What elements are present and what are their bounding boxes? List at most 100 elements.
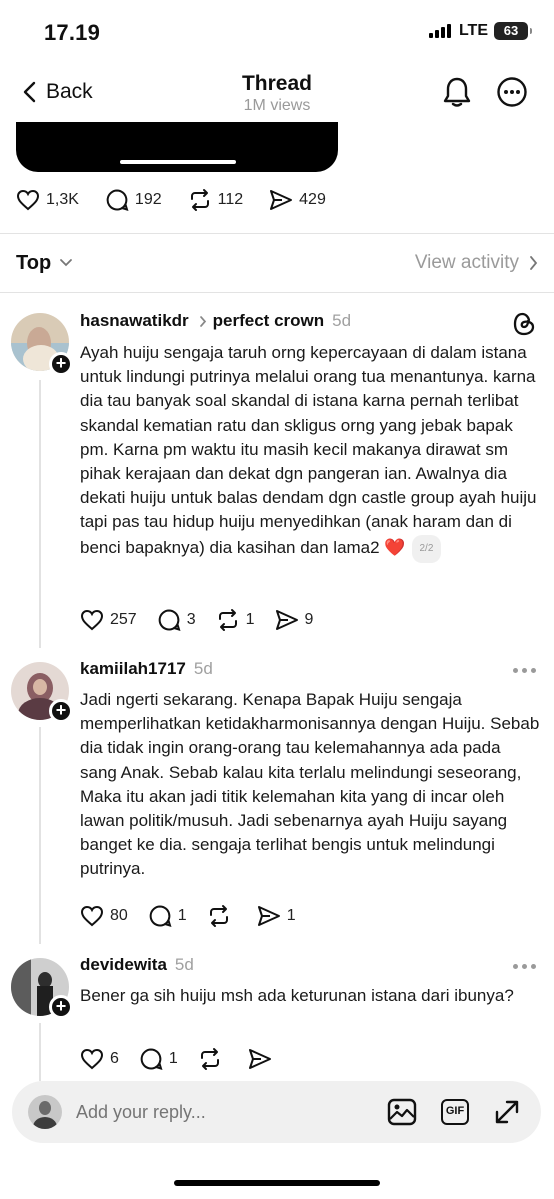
network-label: LTE xyxy=(458,22,488,39)
share-count: 1 xyxy=(286,907,296,924)
repost-count: 1 xyxy=(245,611,255,628)
comment-button[interactable]: 1 xyxy=(139,1047,178,1071)
heart-icon xyxy=(16,189,40,211)
avatar-image xyxy=(28,1095,62,1129)
share-count: 9 xyxy=(304,611,314,628)
share-count: 429 xyxy=(299,191,326,208)
repost-button[interactable]: 1 xyxy=(216,608,255,632)
status-indicators: LTE 63 xyxy=(428,22,532,40)
send-icon xyxy=(248,1049,271,1069)
status-time: 17.19 xyxy=(44,20,101,45)
follow-plus-icon[interactable]: + xyxy=(49,352,73,376)
like-count: 1,3K xyxy=(46,191,79,208)
repost-icon xyxy=(190,189,209,211)
divider xyxy=(0,233,554,234)
view-activity-link[interactable]: View activity xyxy=(415,252,538,274)
comment-actions: 80 1 1 xyxy=(80,904,316,928)
timestamp: 5d xyxy=(193,659,213,678)
expand-icon[interactable] xyxy=(493,1098,521,1126)
thread-line xyxy=(39,380,41,648)
repost-icon xyxy=(218,609,237,631)
follow-plus-icon[interactable]: + xyxy=(49,699,73,723)
reply-to-username: perfect crown xyxy=(212,311,325,330)
comment-icon xyxy=(149,905,172,927)
comment-header: hasnawatikdr perfect crown 5d xyxy=(80,311,351,331)
like-button[interactable]: 80 xyxy=(80,905,128,927)
page-badge: 2/2 xyxy=(411,534,442,563)
comment-body: Ayah huiju sengaja taruh orng kepercayaa… xyxy=(80,343,537,557)
reply-count: 3 xyxy=(186,611,196,628)
username[interactable]: hasnawatikdr xyxy=(80,311,189,331)
signal-icon xyxy=(428,24,451,38)
comment-body: Bener ga sih huiju msh ada keturunan ist… xyxy=(80,986,514,1005)
like-count: 6 xyxy=(110,1050,119,1067)
comment-header: kamiilah1717 5d xyxy=(80,659,213,679)
timestamp: 5d xyxy=(174,955,194,974)
reply-input[interactable] xyxy=(76,1101,387,1123)
red-heart-emoji: ❤️ xyxy=(384,537,406,557)
share-button[interactable]: 429 xyxy=(269,189,326,211)
repost-count: 112 xyxy=(217,191,244,208)
comment-text: Bener ga sih huiju msh ada keturunan ist… xyxy=(80,984,542,1008)
comment-text: Jadi ngerti sekarang. Kenapa Bapak Huiju… xyxy=(80,688,542,882)
image-icon[interactable] xyxy=(387,1098,417,1126)
heart-icon xyxy=(80,905,104,927)
repost-button[interactable]: 112 xyxy=(188,188,244,212)
nav-actions xyxy=(442,76,528,108)
reply-count: 1 xyxy=(177,907,187,924)
reply-count: 1 xyxy=(168,1050,178,1067)
more-options-icon[interactable] xyxy=(513,964,536,969)
send-icon xyxy=(275,610,298,630)
thread-line xyxy=(39,727,41,944)
follow-plus-icon[interactable]: + xyxy=(49,995,73,1019)
post-actions: 1,3K 192 112 429 xyxy=(16,188,352,212)
more-options-icon[interactable] xyxy=(513,668,536,673)
send-icon xyxy=(270,190,293,210)
share-button[interactable]: 1 xyxy=(257,905,296,927)
username[interactable]: kamiilah1717 xyxy=(80,659,186,679)
comment-text: Ayah huiju sengaja taruh orng kepercayaa… xyxy=(80,341,542,563)
comment-icon xyxy=(106,189,129,211)
comment-actions: 6 1 xyxy=(80,1047,298,1071)
status-bar: 17.19 LTE 63 xyxy=(0,0,554,62)
more-circle-icon[interactable] xyxy=(496,76,528,108)
comment-actions: 257 3 1 9 xyxy=(80,608,333,632)
comment-button[interactable]: 1 xyxy=(148,904,187,928)
like-count: 257 xyxy=(110,611,137,628)
threads-logo-icon[interactable] xyxy=(512,311,536,337)
comment-icon xyxy=(158,609,181,631)
divider xyxy=(0,292,554,293)
reply-bar: GIF xyxy=(12,1081,541,1143)
gif-button[interactable]: GIF xyxy=(441,1099,469,1125)
comment-icon xyxy=(140,1048,163,1070)
timestamp: 5d xyxy=(332,311,352,330)
like-button[interactable]: 257 xyxy=(80,609,137,631)
sort-row: Top View activity xyxy=(16,248,538,278)
like-count: 80 xyxy=(110,907,128,924)
view-activity-label: View activity xyxy=(414,252,519,273)
username[interactable]: devidewita xyxy=(80,955,167,975)
user-avatar xyxy=(28,1095,62,1129)
chevron-right-icon xyxy=(530,256,538,270)
repost-button[interactable] xyxy=(207,904,237,928)
heart-icon xyxy=(80,609,104,631)
like-button[interactable]: 1,3K xyxy=(16,189,79,211)
send-icon xyxy=(257,906,280,926)
sort-label: Top xyxy=(16,251,52,274)
bell-icon[interactable] xyxy=(442,76,472,108)
comment-header: devidewita 5d xyxy=(80,955,194,975)
chevron-right-icon xyxy=(199,315,206,327)
like-button[interactable]: 6 xyxy=(80,1048,119,1070)
repost-button[interactable] xyxy=(198,1047,228,1071)
reply-actions: GIF xyxy=(387,1098,521,1126)
reply-to[interactable]: perfect crown xyxy=(199,311,324,331)
thread-line xyxy=(39,1023,41,1081)
media-scrubber xyxy=(120,160,236,164)
comment-button[interactable]: 3 xyxy=(157,608,196,632)
sort-dropdown[interactable]: Top xyxy=(16,252,73,275)
post-media[interactable] xyxy=(16,122,338,172)
battery-icon: 63 xyxy=(494,22,532,40)
comment-button[interactable]: 192 xyxy=(105,188,162,212)
share-button[interactable] xyxy=(248,1048,278,1070)
share-button[interactable]: 9 xyxy=(275,609,314,631)
